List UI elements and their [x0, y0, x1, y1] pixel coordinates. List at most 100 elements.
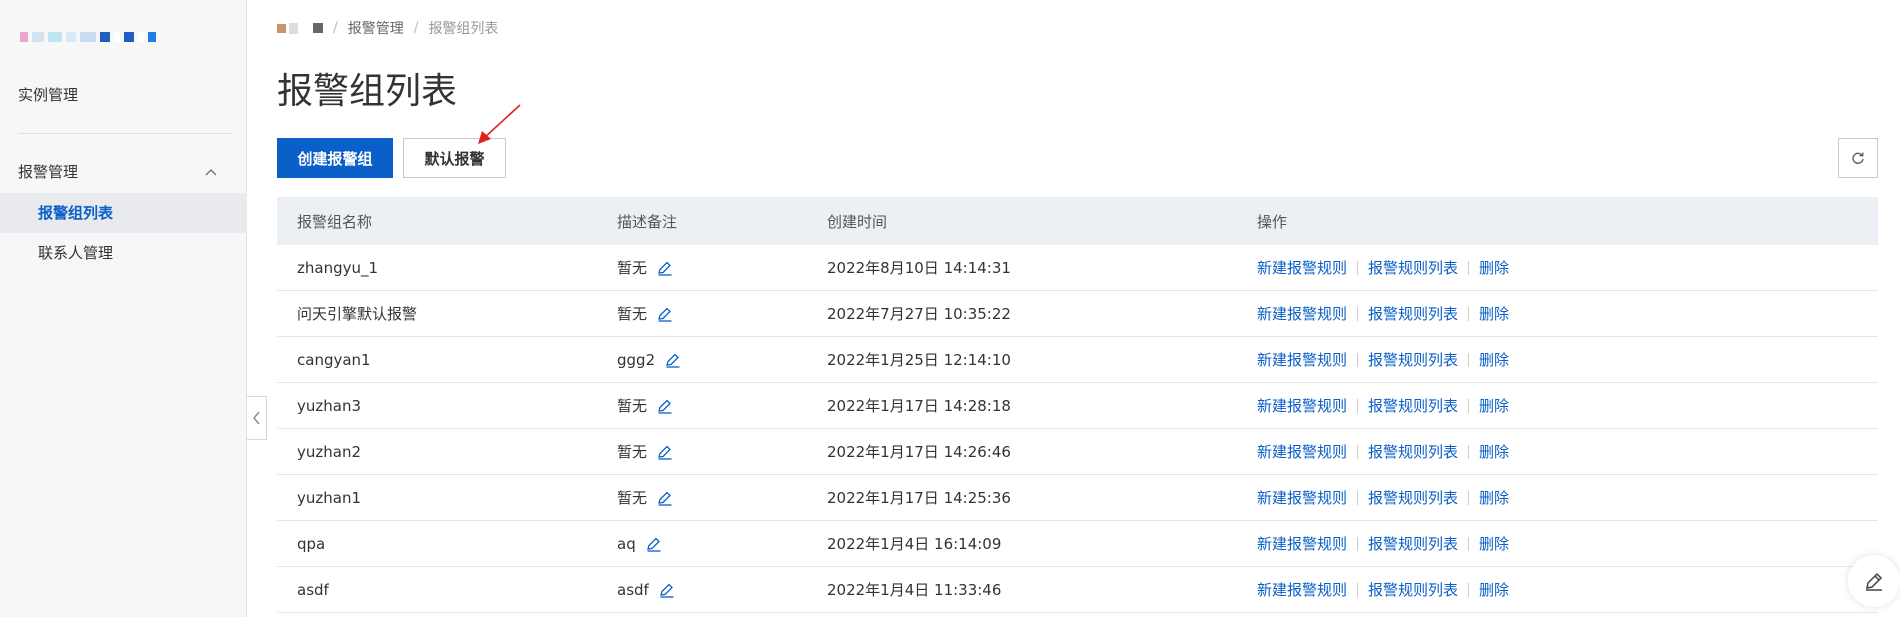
- table-row: qpa aq 2022年1月4日 16:14:09 新建报警规则 报警规则列表 删除: [277, 521, 1878, 567]
- new-rule-link[interactable]: 新建报警规则: [1257, 487, 1347, 508]
- sidebar-item-instance[interactable]: 实例管理: [0, 84, 247, 108]
- rule-list-link[interactable]: 报警规则列表: [1368, 487, 1458, 508]
- feedback-edit-button[interactable]: [1848, 555, 1900, 607]
- edit-desc-icon[interactable]: [657, 444, 673, 460]
- delete-link[interactable]: 删除: [1479, 579, 1509, 600]
- cell-desc: 暂无: [597, 257, 807, 278]
- op-divider: [1468, 260, 1470, 275]
- delete-link[interactable]: 删除: [1479, 349, 1509, 370]
- rule-list-link[interactable]: 报警规则列表: [1368, 579, 1458, 600]
- cell-ops: 新建报警规则 报警规则列表 删除: [1237, 533, 1878, 554]
- desc-text: 暂无: [617, 259, 648, 277]
- edit-icon: [1866, 572, 1883, 591]
- delete-link[interactable]: 删除: [1479, 441, 1509, 462]
- cell-time: 2022年1月4日 11:33:46: [827, 581, 1002, 599]
- cell-ops: 新建报警规则 报警规则列表 删除: [1237, 579, 1878, 600]
- desc-text: ggg2: [617, 350, 656, 369]
- edit-desc-icon[interactable]: [657, 306, 673, 322]
- new-rule-link[interactable]: 新建报警规则: [1257, 395, 1347, 416]
- table-row: cangyan1 ggg2 2022年1月25日 12:14:10 新建报警规则 报警规…: [277, 337, 1878, 383]
- cell-desc: 暂无: [597, 395, 807, 416]
- op-divider: [1357, 490, 1359, 505]
- cell-time: 2022年1月17日 14:25:36: [827, 489, 1011, 507]
- cell-desc: asdf: [597, 581, 807, 599]
- edit-desc-icon[interactable]: [659, 582, 675, 598]
- table-row: zhangyu_1 暂无 2022年8月10日 14:14:31 新建报警规则 报警规则…: [277, 245, 1878, 291]
- new-rule-link[interactable]: 新建报警规则: [1257, 303, 1347, 324]
- cell-desc: ggg2: [597, 351, 807, 369]
- rule-list-link[interactable]: 报警规则列表: [1368, 441, 1458, 462]
- sidebar-collapse-button[interactable]: [247, 396, 267, 440]
- delete-link[interactable]: 删除: [1479, 395, 1509, 416]
- table-row: yuzhan2 暂无 2022年1月17日 14:26:46 新建报警规则 报警规则列表…: [277, 429, 1878, 475]
- rule-list-link[interactable]: 报警规则列表: [1368, 395, 1458, 416]
- op-divider: [1357, 398, 1359, 413]
- delete-link[interactable]: 删除: [1479, 303, 1509, 324]
- op-divider: [1357, 444, 1359, 459]
- rule-list-link[interactable]: 报警规则列表: [1368, 533, 1458, 554]
- sidebar-group-alarm[interactable]: 报警管理: [0, 161, 247, 185]
- cell-ops: 新建报警规则 报警规则列表 删除: [1237, 487, 1878, 508]
- cell-name: zhangyu_1: [297, 258, 379, 277]
- breadcrumb-alarm-mgmt[interactable]: 报警管理: [348, 18, 404, 38]
- op-divider: [1468, 444, 1470, 459]
- breadcrumb-home-logo[interactable]: [277, 22, 323, 34]
- cell-desc: 暂无: [597, 303, 807, 324]
- cell-ops: 新建报警规则 报警规则列表 删除: [1237, 303, 1878, 324]
- sidebar: 实例管理 报警管理 报警组列表 联系人管理: [0, 0, 247, 617]
- table-body: zhangyu_1 暂无 2022年8月10日 14:14:31 新建报警规则 报警规则…: [277, 245, 1878, 613]
- desc-text: 暂无: [617, 443, 648, 461]
- cell-time: 2022年1月4日 16:14:09: [827, 535, 1002, 553]
- cell-ops: 新建报警规则 报警规则列表 删除: [1237, 395, 1878, 416]
- cell-name: qpa: [297, 534, 326, 553]
- delete-link[interactable]: 删除: [1479, 257, 1509, 278]
- op-divider: [1357, 536, 1359, 551]
- new-rule-link[interactable]: 新建报警规则: [1257, 441, 1347, 462]
- breadcrumb-current: 报警组列表: [428, 21, 499, 37]
- table-row: yuzhan3 暂无 2022年1月17日 14:28:18 新建报警规则 报警规则列表…: [277, 383, 1878, 429]
- table-row: asdf asdf 2022年1月4日 11:33:46 新建报警规则 报警规则列表 删除: [277, 567, 1878, 613]
- cell-name: asdf: [297, 580, 329, 599]
- cell-ops: 新建报警规则 报警规则列表 删除: [1237, 441, 1878, 462]
- edit-desc-icon[interactable]: [665, 352, 681, 368]
- breadcrumb-separator: /: [413, 20, 419, 36]
- sidebar-divider: [18, 133, 232, 134]
- desc-text: 暂无: [617, 397, 648, 415]
- op-divider: [1357, 582, 1359, 597]
- cell-desc: 暂无: [597, 441, 807, 462]
- cell-name: yuzhan2: [297, 442, 362, 461]
- breadcrumb: / 报警管理 / 报警组列表: [277, 18, 498, 38]
- rule-list-link[interactable]: 报警规则列表: [1368, 257, 1458, 278]
- create-alarm-group-button[interactable]: 创建报警组: [277, 138, 393, 178]
- sidebar-group-label: 报警管理: [18, 163, 79, 181]
- sidebar-item-contacts[interactable]: 联系人管理: [0, 233, 247, 273]
- edit-desc-icon[interactable]: [657, 398, 673, 414]
- op-divider: [1468, 582, 1470, 597]
- rule-list-link[interactable]: 报警规则列表: [1368, 349, 1458, 370]
- column-header-time: 创建时间: [827, 212, 888, 231]
- sidebar-item-label: 实例管理: [18, 86, 79, 104]
- cell-name: yuzhan3: [297, 396, 362, 415]
- edit-desc-icon[interactable]: [657, 260, 673, 276]
- new-rule-link[interactable]: 新建报警规则: [1257, 349, 1347, 370]
- cell-time: 2022年7月27日 10:35:22: [827, 305, 1011, 323]
- edit-desc-icon[interactable]: [646, 536, 662, 552]
- new-rule-link[interactable]: 新建报警规则: [1257, 257, 1347, 278]
- chevron-left-icon: [252, 411, 260, 425]
- delete-link[interactable]: 删除: [1479, 533, 1509, 554]
- new-rule-link[interactable]: 新建报警规则: [1257, 533, 1347, 554]
- sidebar-item-label: 报警组列表: [38, 204, 114, 222]
- refresh-button[interactable]: [1838, 138, 1878, 178]
- edit-desc-icon[interactable]: [657, 490, 673, 506]
- column-header-ops: 操作: [1257, 212, 1288, 231]
- page-title: 报警组列表: [277, 71, 458, 112]
- new-rule-link[interactable]: 新建报警规则: [1257, 579, 1347, 600]
- chevron-up-icon: [205, 169, 217, 176]
- sidebar-item-label: 联系人管理: [38, 244, 114, 262]
- sidebar-item-alarm-groups[interactable]: 报警组列表: [0, 193, 247, 233]
- refresh-icon: [1852, 152, 1864, 164]
- rule-list-link[interactable]: 报警规则列表: [1368, 303, 1458, 324]
- cell-name: yuzhan1: [297, 488, 362, 507]
- delete-link[interactable]: 删除: [1479, 487, 1509, 508]
- desc-text: 暂无: [617, 489, 648, 507]
